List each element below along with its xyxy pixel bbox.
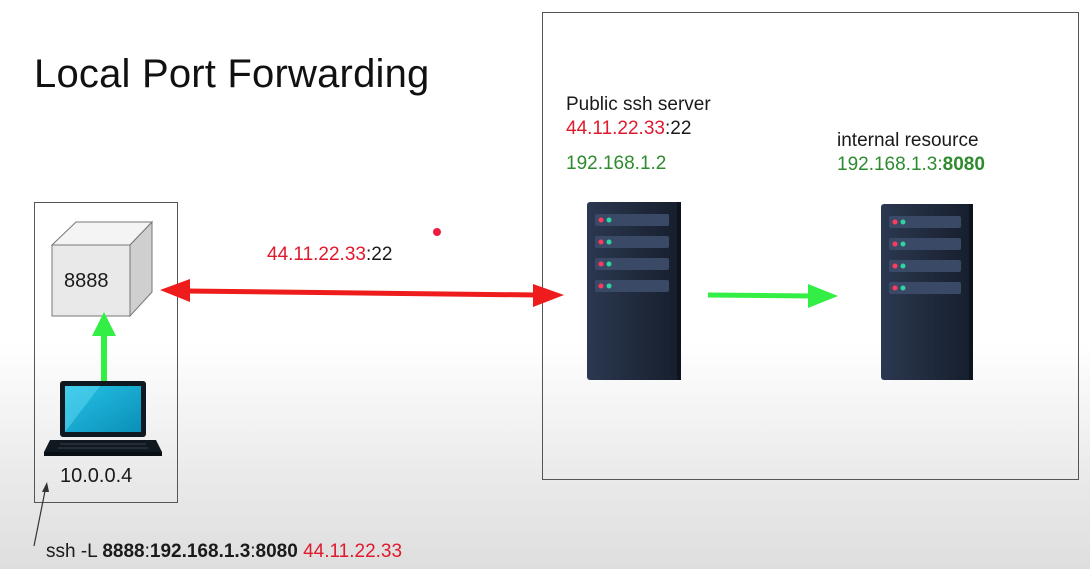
cmd-local-port: 8888 <box>102 541 145 562</box>
tunnel-address-label: 44.11.22.33:22 <box>267 244 392 266</box>
ssh-command: ssh -L 8888:192.168.1.3:8080 44.11.22.33 <box>46 541 402 563</box>
tunnel-ip: 44.11.22.33 <box>267 244 366 265</box>
cmd-target-port: 8080 <box>255 541 298 562</box>
internal-server-icon <box>881 204 973 380</box>
tunnel-port: 22 <box>371 244 393 265</box>
ssh-server-public-ip: 44.11.22.33 <box>566 118 665 139</box>
ssh-server-label: Public ssh server <box>566 94 711 115</box>
internal-port: 8080 <box>942 154 985 175</box>
local-ip-label: 10.0.0.4 <box>60 465 133 487</box>
laptop-to-port-arrow <box>92 312 116 382</box>
laptop-icon <box>44 381 162 456</box>
forward-arrow <box>707 284 838 308</box>
ssh-server-public-address: 44.11.22.33:22 <box>566 118 691 140</box>
cube-icon <box>50 220 154 318</box>
internal-resource-label: internal resource <box>837 130 979 151</box>
diagram-graphics <box>33 202 973 547</box>
ssh-server-private-ip: 192.168.1.2 <box>566 153 667 174</box>
cmd-server: 44.11.22.33 <box>303 541 403 562</box>
cmd-prefix: ssh -L <box>46 541 103 562</box>
ssh-server-icon <box>587 202 681 380</box>
internal-resource-address: 192.168.1.3:8080 <box>837 154 985 176</box>
cmd-target-host: 192.168.1.3 <box>149 541 251 562</box>
ssh-server-public-port: 22 <box>670 118 692 139</box>
local-port-label: 8888 <box>64 270 109 292</box>
red-dot <box>433 228 441 236</box>
internal-ip: 192.168.1.3 <box>837 154 938 175</box>
command-pointer <box>33 482 49 547</box>
ssh-tunnel-arrow <box>160 279 564 307</box>
